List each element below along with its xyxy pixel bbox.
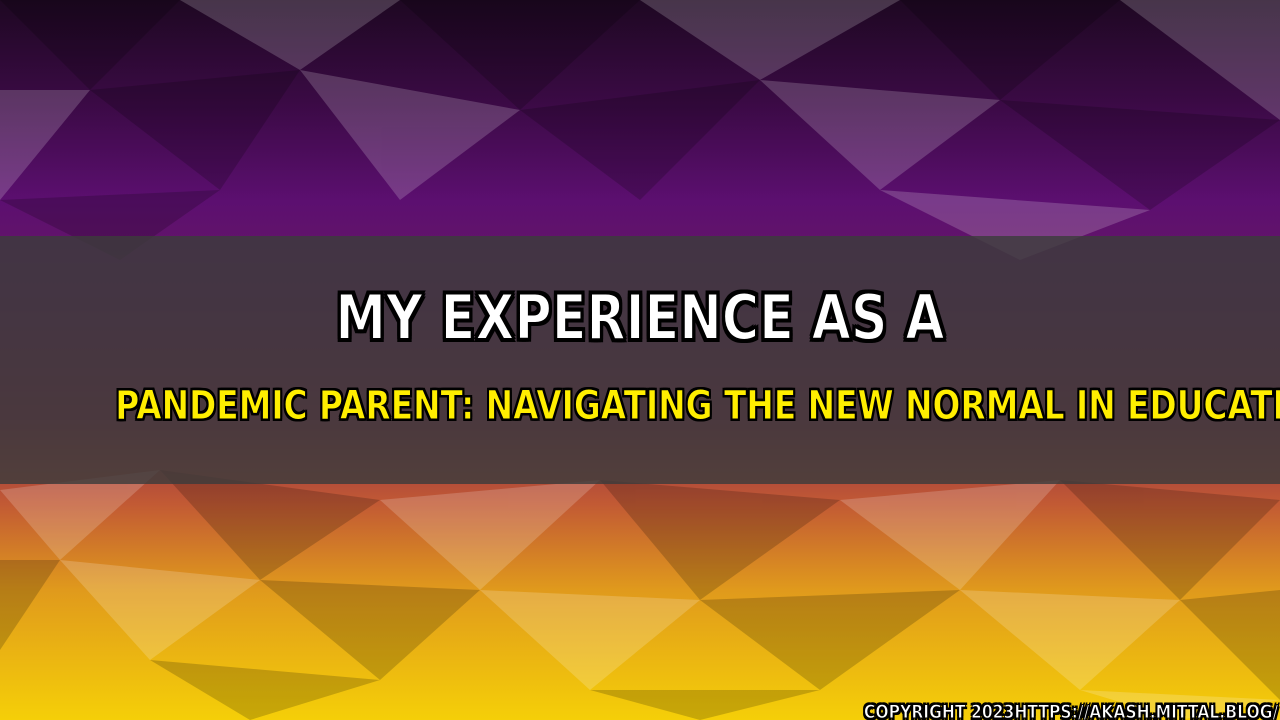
title-band — [0, 236, 1280, 484]
title-line-2: PANDEMIC PARENT: NAVIGATING THE NEW NORM… — [115, 383, 1280, 430]
title-line-1: MY EXPERIENCE AS A — [335, 280, 946, 355]
thumbnail-canvas: MY EXPERIENCE AS A PANDEMIC PARENT: NAVI… — [0, 0, 1280, 720]
copyright-notice: COPYRIGHT 2023HTTPS://AKASH.MITTAL.BLOG/ — [863, 701, 1278, 720]
